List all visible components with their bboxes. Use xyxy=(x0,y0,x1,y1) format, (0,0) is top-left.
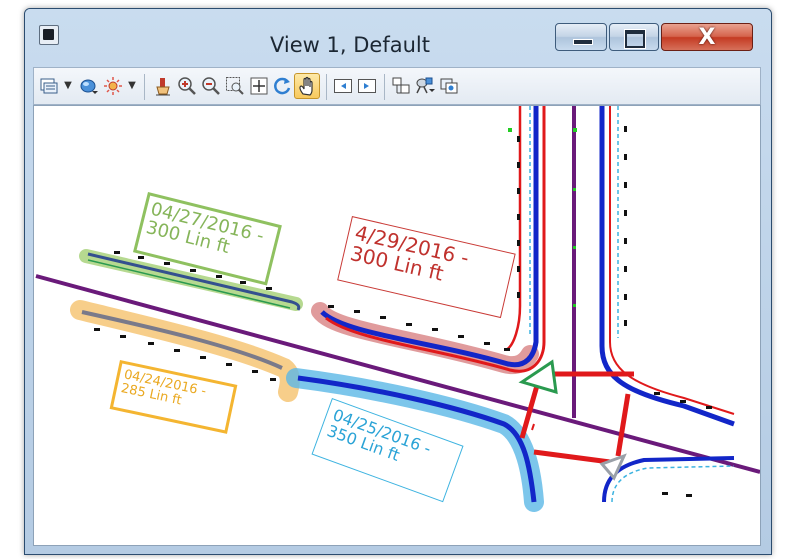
toolbar-separator xyxy=(144,74,145,100)
zoom-out-icon[interactable] xyxy=(200,75,222,97)
window-title: View 1, Default xyxy=(270,33,430,57)
view-navigation-icon[interactable] xyxy=(390,75,412,97)
minimize-button[interactable] xyxy=(555,23,607,51)
maximize-button[interactable] xyxy=(609,23,659,51)
highlight-red xyxy=(311,302,539,375)
previous-view-icon[interactable] xyxy=(332,75,354,97)
curb-line-red-inner xyxy=(505,106,522,352)
copy-view-icon[interactable] xyxy=(438,75,460,97)
title-bar[interactable]: View 1, Default X xyxy=(25,9,771,67)
maximize-icon xyxy=(625,30,645,48)
fit-view-icon[interactable] xyxy=(248,75,270,97)
rotate-view-icon[interactable] xyxy=(272,75,294,97)
next-view-icon[interactable] xyxy=(356,75,378,97)
pan-view-icon[interactable] xyxy=(294,73,320,99)
minimize-icon xyxy=(573,39,593,45)
drawing-viewport[interactable]: 04/27/2016 - 300 Lin ft 4/29/2016 - 300 … xyxy=(33,105,761,546)
toolbar-separator xyxy=(326,74,327,100)
view-control-toolbar: ▼ ▼ xyxy=(33,67,761,105)
close-button[interactable]: X xyxy=(661,23,753,51)
view-attributes-dropdown-icon[interactable]: ▼ xyxy=(62,75,74,97)
camera-icon[interactable] xyxy=(414,75,436,97)
view-attributes-icon[interactable] xyxy=(38,75,60,97)
close-icon: X xyxy=(698,24,716,50)
lighting-dropdown-icon[interactable]: ▼ xyxy=(126,75,138,97)
window-menu-icon[interactable] xyxy=(39,25,59,45)
lighting-icon[interactable] xyxy=(102,75,124,97)
curb-line-right-red xyxy=(609,106,735,415)
window-area-icon[interactable] xyxy=(224,75,246,97)
crosswalk-tick xyxy=(531,423,535,431)
display-style-icon[interactable] xyxy=(78,75,100,97)
curb-line-lower-right xyxy=(602,456,735,503)
curb-line-lower-right-dash xyxy=(611,465,735,503)
toolbar-separator xyxy=(384,74,385,100)
zoom-in-icon[interactable] xyxy=(176,75,198,97)
update-view-icon[interactable] xyxy=(152,75,174,97)
view-window: View 1, Default X ▼ ▼ 04/27/2016 - 300 L… xyxy=(24,8,772,555)
